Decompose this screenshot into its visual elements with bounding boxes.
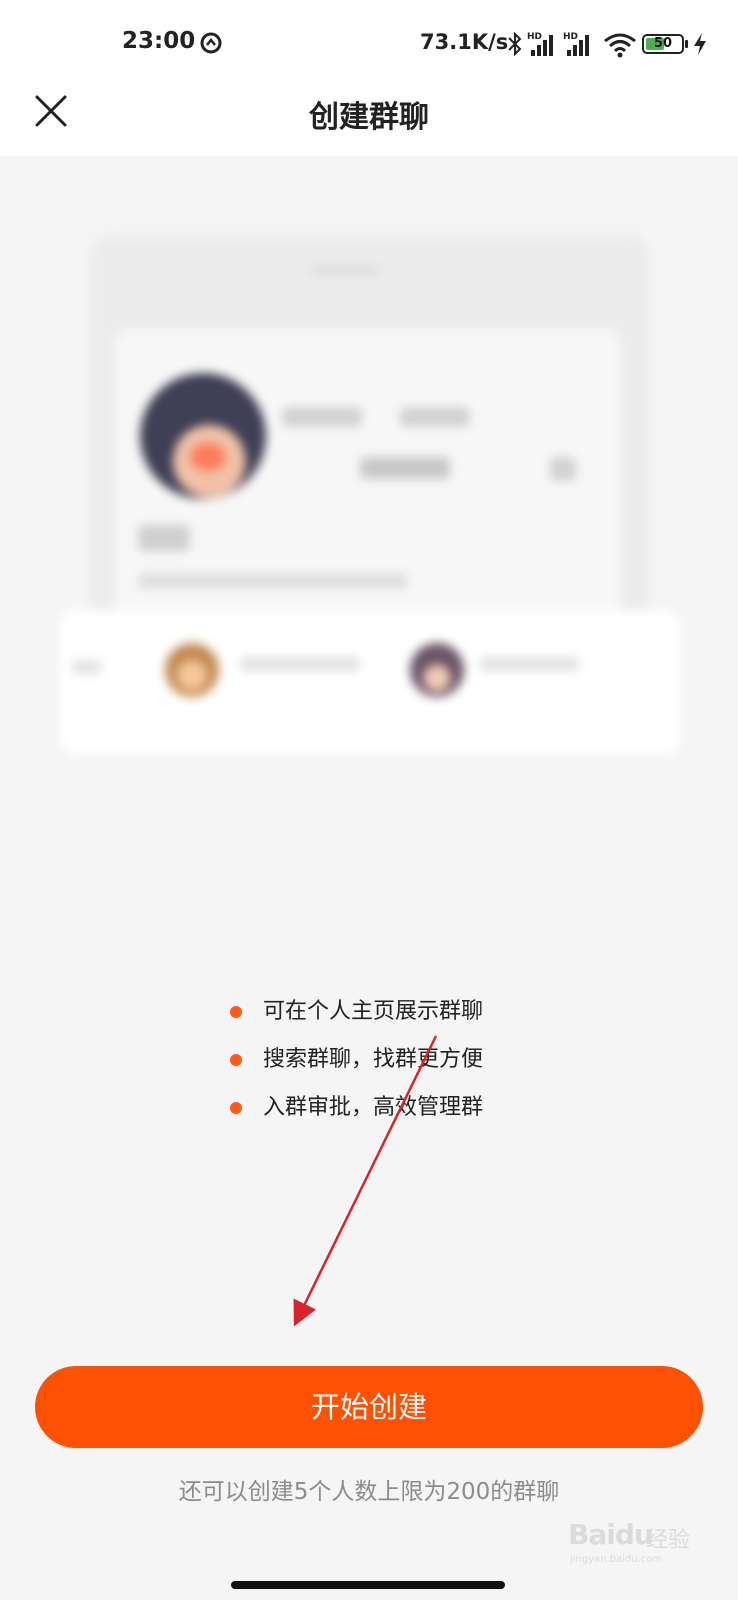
battery-level: 50 bbox=[653, 36, 673, 51]
preview-member-strip bbox=[60, 610, 680, 755]
preview-placeholder-line bbox=[360, 457, 450, 479]
avatar bbox=[410, 643, 464, 697]
list-item: 搜索群聊，找群更方便 bbox=[228, 1036, 483, 1084]
preview-illustration bbox=[60, 235, 680, 770]
bullet-icon bbox=[230, 1102, 242, 1114]
header: 创建群聊 bbox=[0, 88, 738, 156]
bullet-icon bbox=[230, 1006, 242, 1018]
baidu-watermark-logo: Baidu 经验 jingyan.baidu.com bbox=[568, 1518, 691, 1565]
battery-icon: 50 bbox=[642, 34, 684, 54]
status-bar: 23:00 73.1K/s HD HD 50 bbox=[0, 0, 738, 88]
hd-signal-icon: HD bbox=[527, 32, 553, 56]
svg-text:HD: HD bbox=[527, 32, 542, 42]
avatar bbox=[140, 373, 266, 499]
quota-text: 还可以创建5个人数上限为200的群聊 bbox=[178, 1479, 560, 1505]
preview-placeholder-line bbox=[138, 525, 190, 551]
bluetooth-icon bbox=[508, 32, 522, 56]
avatar bbox=[165, 643, 219, 697]
hd-signal-icon: HD bbox=[563, 32, 589, 56]
bullet-icon bbox=[230, 1054, 242, 1066]
feature-text: 入群审批，高效管理群 bbox=[263, 1095, 484, 1120]
nfc-icon bbox=[200, 32, 222, 54]
status-time: 23:00 bbox=[122, 28, 196, 54]
wifi-icon bbox=[604, 33, 636, 58]
home-indicator[interactable] bbox=[231, 1581, 505, 1589]
feature-list: 可在个人主页展示群聊 搜索群聊，找群更方便 入群审批，高效管理群 bbox=[228, 988, 483, 1132]
network-speed: 73.1K/s bbox=[420, 30, 509, 54]
feature-text: 可在个人主页展示群聊 bbox=[263, 999, 484, 1024]
preview-placeholder-line bbox=[400, 407, 470, 427]
svg-text:HD: HD bbox=[563, 32, 578, 42]
start-create-button[interactable]: 开始创建 bbox=[35, 1366, 703, 1448]
feature-text: 搜索群聊，找群更方便 bbox=[263, 1047, 484, 1072]
preview-placeholder-line bbox=[550, 457, 576, 481]
page-title: 创建群聊 bbox=[309, 100, 429, 135]
preview-placeholder-line bbox=[282, 407, 362, 427]
list-item: 可在个人主页展示群聊 bbox=[228, 988, 483, 1036]
preview-placeholder-line bbox=[138, 573, 408, 589]
charging-icon bbox=[694, 33, 706, 55]
list-item: 入群审批，高效管理群 bbox=[228, 1084, 483, 1132]
preview-placeholder-line bbox=[310, 265, 380, 275]
